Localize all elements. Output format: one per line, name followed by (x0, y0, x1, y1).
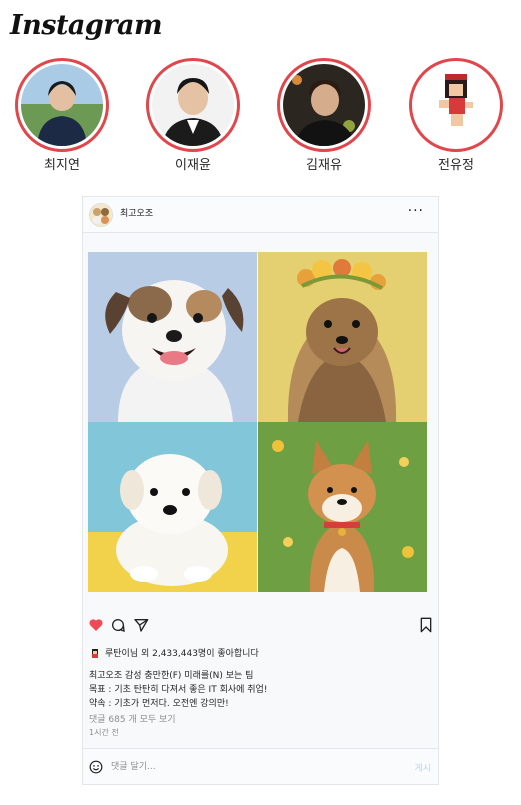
post-caption: 최고오조 감성 충만한(F) 미래를(N) 보는 팀 목표 : 기초 탄탄히 다… (89, 669, 267, 711)
avatar (283, 64, 365, 146)
story-ring[interactable] (277, 58, 371, 152)
instagram-logo[interactable]: Instagram (10, 10, 163, 41)
story-ring[interactable] (146, 58, 240, 152)
stories-bar: 최지연 이재윤 김재유 전유정 (0, 58, 521, 178)
share-icon[interactable] (133, 617, 149, 637)
story-item[interactable]: 김재유 (274, 58, 374, 173)
story-ring[interactable] (409, 58, 503, 152)
dog-photo-shihtzu (88, 252, 257, 422)
post-image[interactable] (88, 252, 427, 592)
avatar (415, 64, 497, 146)
story-name: 최지연 (44, 158, 80, 173)
story-name: 김재유 (306, 158, 342, 173)
liker-avatar-icon[interactable] (89, 648, 101, 660)
post-username[interactable]: 최고오조 (120, 206, 153, 219)
story-item[interactable]: 이재윤 (143, 58, 243, 173)
likes-line: 루탄이님 외 2,433,443명이 좋아합니다 (89, 646, 259, 660)
avatar (152, 64, 234, 146)
story-item[interactable]: 최지연 (12, 58, 112, 173)
dog-photo-yorkie (258, 252, 427, 422)
story-name: 이재윤 (175, 158, 211, 173)
post-timestamp: 1시간 전 (89, 728, 119, 737)
comment-bar: 게시 (83, 748, 438, 784)
likes-count[interactable]: 루탄이님 외 2,433,443명이 좋아합니다 (105, 649, 259, 659)
comment-input[interactable] (111, 758, 391, 776)
story-item[interactable]: 전유정 (406, 58, 506, 173)
caption-line: 목표 : 기초 탄탄히 다져서 좋은 IT 회사에 취업! (89, 685, 268, 695)
post-actions (83, 617, 440, 641)
post-avatar[interactable] (89, 203, 113, 227)
dog-photo-pyrenees (88, 422, 257, 592)
post-header: 최고오조 ··· (83, 197, 438, 233)
more-options-icon[interactable]: ··· (408, 203, 424, 219)
emoji-icon[interactable] (89, 759, 103, 778)
story-name: 전유정 (438, 158, 474, 173)
view-all-comments-link[interactable]: 댓글 685 개 모두 보기 (89, 712, 176, 725)
caption-line: 약속 : 기초가 먼저다. 오전엔 강의만! (89, 699, 229, 709)
caption-line: 최고오조 감성 충만한(F) 미래를(N) 보는 팀 (89, 671, 254, 681)
comment-icon[interactable] (110, 617, 126, 637)
story-ring[interactable] (15, 58, 109, 152)
dog-photo-shiba (258, 422, 427, 592)
avatar (21, 64, 103, 146)
post-comment-button[interactable]: 게시 (414, 761, 431, 774)
post-card: 최고오조 ··· 루탄이님 외 2,433,443명이 좋아합니다 최고오조 감… (82, 196, 439, 785)
bookmark-icon[interactable] (419, 617, 433, 637)
heart-icon[interactable] (88, 617, 104, 637)
